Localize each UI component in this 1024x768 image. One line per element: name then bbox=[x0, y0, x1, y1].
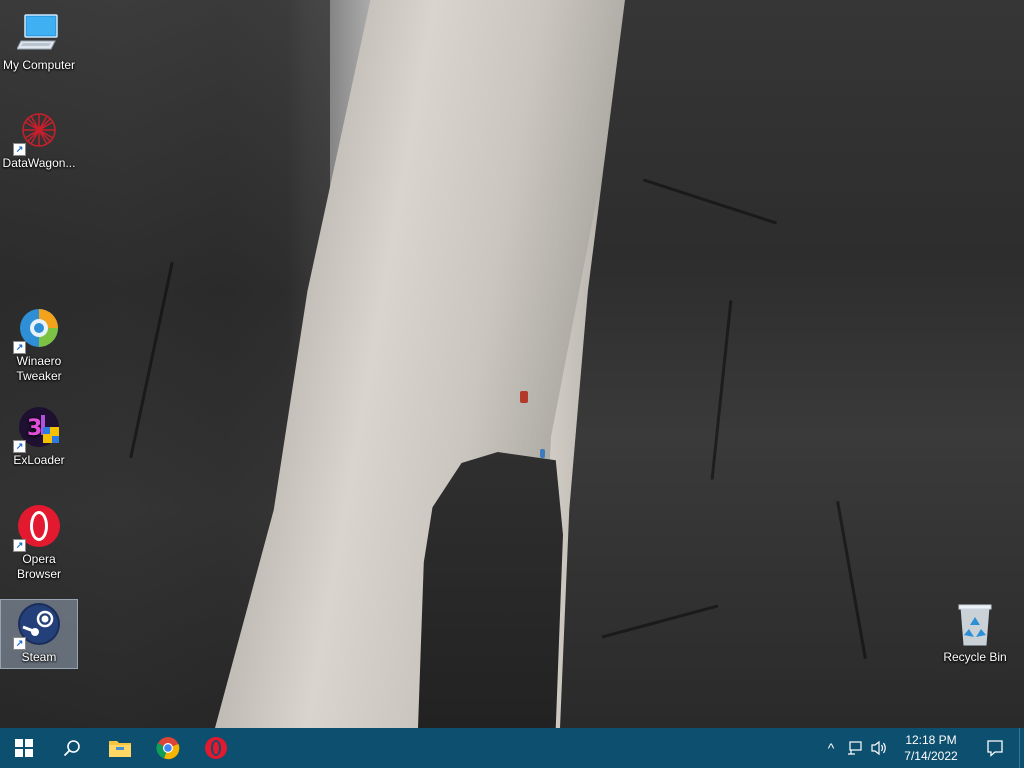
desktop-icon-label: DataWagon... bbox=[2, 156, 76, 170]
desktop-icon-steam[interactable]: ↗ Steam bbox=[0, 599, 78, 669]
computer-icon bbox=[15, 8, 63, 56]
wallpaper-climber bbox=[540, 449, 545, 458]
shortcut-arrow-icon: ↗ bbox=[13, 440, 26, 453]
notification-icon bbox=[987, 740, 1003, 757]
desktop-icon-label: Recycle Bin bbox=[943, 650, 1007, 664]
taskbar: ^ 12:18 PM 7/14/2022 bbox=[0, 728, 1024, 768]
opera-icon: ↗ bbox=[13, 502, 63, 552]
desktop-icon-label: My Computer bbox=[2, 58, 76, 72]
desktop-icon-winaero-tweaker[interactable]: ↗ Winaero Tweaker bbox=[1, 304, 77, 384]
windows-logo-icon bbox=[15, 739, 33, 757]
chevron-up-icon: ^ bbox=[827, 740, 835, 756]
search-button[interactable] bbox=[48, 728, 96, 768]
desktop-icon-opera-browser[interactable]: ↗ Opera Browser bbox=[1, 502, 77, 582]
desktop-icon-label: Opera Browser bbox=[16, 552, 61, 581]
shortcut-arrow-icon: ↗ bbox=[13, 637, 26, 650]
clock[interactable]: 12:18 PM 7/14/2022 bbox=[891, 732, 971, 764]
wallpaper-climber bbox=[520, 391, 528, 403]
desktop-icon-recycle-bin[interactable]: Recycle Bin bbox=[937, 600, 1013, 665]
exloader-icon: 3 ↗ bbox=[13, 403, 63, 453]
desktop-wallpaper: My Computer ↗ DataWagon... ↗ Winaero Twe… bbox=[0, 0, 1024, 728]
volume-button[interactable] bbox=[867, 728, 891, 768]
steam-icon: ↗ bbox=[13, 600, 63, 650]
desktop-icon-datawagon[interactable]: ↗ DataWagon... bbox=[1, 106, 77, 171]
desktop-icon-label: ExLoader bbox=[13, 453, 65, 467]
action-center-button[interactable] bbox=[971, 728, 1019, 768]
show-desktop-button[interactable] bbox=[1019, 728, 1024, 768]
datawagon-icon: ↗ bbox=[13, 106, 63, 156]
shortcut-arrow-icon: ↗ bbox=[13, 143, 26, 156]
speaker-icon bbox=[871, 740, 886, 756]
recycle-bin-icon bbox=[951, 600, 999, 648]
svg-text:3: 3 bbox=[27, 416, 42, 441]
desktop-icon-my-computer[interactable]: My Computer bbox=[1, 8, 77, 73]
shortcut-arrow-icon: ↗ bbox=[13, 341, 26, 354]
show-hidden-icons-button[interactable]: ^ bbox=[819, 728, 843, 768]
opera-icon bbox=[205, 737, 227, 759]
chrome-icon bbox=[156, 737, 180, 760]
desktop-icon-label: Steam bbox=[21, 650, 57, 664]
desktop-icon-label: Winaero Tweaker bbox=[16, 354, 62, 383]
network-button[interactable] bbox=[843, 728, 867, 768]
desktop-icon-exloader[interactable]: 3 ↗ ExLoader bbox=[1, 403, 77, 468]
search-icon bbox=[63, 740, 80, 757]
clock-date: 7/14/2022 bbox=[904, 749, 958, 763]
network-icon bbox=[848, 741, 862, 755]
winaero-tweaker-icon: ↗ bbox=[13, 304, 63, 354]
system-tray: ^ 12:18 PM 7/14/2022 bbox=[819, 728, 1024, 768]
taskbar-chrome[interactable] bbox=[144, 728, 192, 768]
shortcut-arrow-icon: ↗ bbox=[13, 539, 26, 552]
clock-time: 12:18 PM bbox=[905, 733, 957, 747]
taskbar-opera[interactable] bbox=[192, 728, 240, 768]
file-explorer-icon bbox=[109, 741, 131, 757]
taskbar-file-explorer[interactable] bbox=[96, 728, 144, 768]
start-button[interactable] bbox=[0, 728, 48, 768]
